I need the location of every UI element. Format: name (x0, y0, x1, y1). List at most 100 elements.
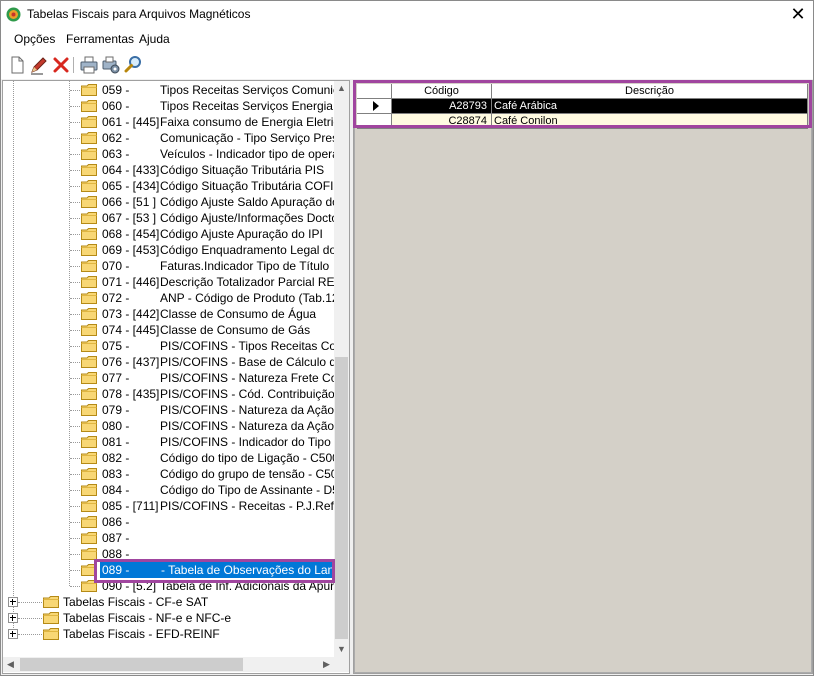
column-header-codigo[interactable]: Código (392, 84, 492, 99)
folder-icon (81, 532, 97, 544)
menu-opcoes[interactable]: Opções (14, 32, 55, 46)
expand-plus-icon[interactable] (8, 629, 18, 639)
new-document-icon[interactable] (7, 55, 27, 75)
tree-root-node[interactable]: Tabelas Fiscais - NF-e e NFC-e (3, 610, 334, 626)
tree-node-code: 074 - [445] (102, 323, 160, 337)
column-header-descricao[interactable]: Descrição (492, 84, 808, 99)
search-magnifier-icon[interactable] (123, 55, 143, 75)
tree-node[interactable]: 082 - Código do tipo de Ligação - C500 (S… (3, 450, 349, 466)
tree-node[interactable]: 087 - (3, 530, 334, 546)
horizontal-scroll-thumb[interactable] (20, 658, 243, 671)
tree-guide-line (70, 458, 80, 459)
tree-node[interactable]: 062 - Comunicação - Tipo Serviço Prestad (3, 130, 349, 146)
tree-node-code: 079 - (102, 403, 130, 417)
tree-node-label: Faixa consumo de Energia Eletrica (160, 115, 347, 129)
tree-node-label: Código Situação Tributária COFINS (160, 179, 350, 193)
expand-plus-icon[interactable] (8, 597, 18, 607)
tree-node-label: Código Ajuste Saldo Apuração do ICM (160, 195, 350, 209)
cell-descricao[interactable]: Café Conilon (492, 114, 808, 129)
tree-guide-line (18, 634, 42, 635)
tree-node-label: Tabela de Inf. Adicionais da Apur. - V (160, 579, 350, 593)
horizontal-scrollbar[interactable]: ◀ ▶ (3, 657, 334, 672)
menu-ajuda[interactable]: Ajuda (139, 32, 170, 46)
cell-codigo[interactable]: C28874 (392, 114, 492, 129)
vertical-scroll-thumb[interactable] (335, 357, 348, 639)
tree-node-code: 078 - [435] (102, 387, 160, 401)
tree-node[interactable]: 079 - PIS/COFINS - Natureza da Ação Jud (3, 402, 349, 418)
print-setup-icon[interactable] (101, 55, 121, 75)
expand-plus-icon[interactable] (8, 613, 18, 623)
print-icon[interactable] (79, 55, 99, 75)
toolbar-separator (73, 57, 74, 73)
tree-guide-line (70, 282, 80, 283)
tree-node[interactable]: 076 - [437] PIS/COFINS - Base de Cálculo … (3, 354, 349, 370)
row-indicator[interactable] (357, 99, 392, 114)
tree-node[interactable]: 066 - [51 ] Código Ajuste Saldo Apuração … (3, 194, 349, 210)
folder-icon (81, 436, 97, 448)
scroll-down-icon[interactable]: ▼ (334, 644, 349, 654)
tree-node[interactable]: 069 - [453] Código Enquadramento Legal do… (3, 242, 349, 258)
tree-node[interactable]: 078 - [435] PIS/COFINS - Cód. Contribuiçã… (3, 386, 349, 402)
tree-panel[interactable]: 059 - Tipos Receitas Serviços Comunicaçõ 0… (2, 80, 350, 674)
tree-node[interactable]: 065 - [434] Código Situação Tributária CO… (3, 178, 349, 194)
scroll-left-icon[interactable]: ◀ (3, 659, 18, 670)
tree-guide-line (18, 618, 42, 619)
tree-root-label: Tabelas Fiscais - EFD-REINF (63, 627, 220, 641)
tree-node-label: PIS/COFINS - Tipos Receitas Comun (160, 339, 350, 353)
scroll-right-icon[interactable]: ▶ (319, 659, 334, 670)
delete-x-icon[interactable] (51, 55, 71, 75)
tree-guide-line (70, 90, 80, 91)
cell-codigo[interactable]: A28793 (392, 99, 492, 114)
tree-node[interactable]: 090 - [5.2] Tabela de Inf. Adicionais da … (3, 578, 349, 594)
tree-node[interactable]: 060 - Tipos Receitas Serviços Energia Elé… (3, 98, 349, 114)
folder-icon (81, 100, 97, 112)
tree-node-code: 083 - (102, 467, 130, 481)
folder-icon (81, 564, 97, 576)
scroll-corner (334, 657, 349, 672)
tree-node[interactable]: 067 - [53 ] Código Ajuste/Informações Doc… (3, 210, 349, 226)
tree-node-label: Classe de Consumo de Água (160, 307, 317, 321)
tree-node[interactable]: 072 - ANP - Código de Produto (Tab.12 SI (3, 290, 349, 306)
tree-node[interactable]: 083 - Código do grupo de tensão - C500 (S (3, 466, 349, 482)
vertical-scrollbar[interactable]: ▲ ▼ (334, 81, 349, 657)
tree-root-label: Tabelas Fiscais - NF-e e NFC-e (63, 611, 232, 625)
tree-node-label: PIS/COFINS - Base de Cálculo do Cre (160, 355, 350, 369)
tree-node[interactable]: 064 - [433] Código Situação Tributária PI… (3, 162, 334, 178)
close-button[interactable]: ✕ (783, 1, 813, 28)
tree-node[interactable]: 063 - Veículos - Indicador tipo de operaç… (3, 146, 349, 162)
tree-node[interactable]: 089 - - Tabela de Observações do Lançamen… (3, 562, 349, 578)
tree-node-code: 075 - (102, 339, 130, 353)
tree-node[interactable]: 071 - [446] Descrição Totalizador Parcial… (3, 274, 349, 290)
tree-guide-line (70, 330, 80, 331)
tree-node[interactable]: 073 - [442] Classe de Consumo de Água (3, 306, 334, 322)
tree-node[interactable]: 086 - (3, 514, 334, 530)
tree-node-label: Código Situação Tributária PIS (160, 163, 325, 177)
tree-node[interactable]: 059 - Tipos Receitas Serviços Comunicaçõ (3, 82, 349, 98)
tree-node[interactable]: 074 - [445] Classe de Consumo de Gás (3, 322, 334, 338)
tree-node[interactable]: 070 - Faturas.Indicador Tipo de Título (3, 258, 334, 274)
tree-node[interactable]: 068 - [454] Código Ajuste Apuração do IPI (3, 226, 334, 242)
edit-pencil-icon[interactable] (29, 55, 49, 75)
folder-icon (81, 516, 97, 528)
window-title: Tabelas Fiscais para Arquivos Magnéticos (27, 7, 251, 21)
tree-node[interactable]: 077 - PIS/COFINS - Natureza Frete Contra (3, 370, 349, 386)
folder-icon (81, 388, 97, 400)
tree-node[interactable]: 085 - [711] PIS/COFINS - Receitas - P.J.R… (3, 498, 349, 514)
tree-node-label: Código Ajuste/Informações Docto.Fis (160, 211, 350, 225)
folder-icon (81, 148, 97, 160)
menu-ferramentas[interactable]: Ferramentas (66, 32, 134, 46)
scroll-up-icon[interactable]: ▲ (334, 83, 349, 93)
tree-node-code: 084 - (102, 483, 130, 497)
tree-node[interactable]: 061 - [445] Faixa consumo de Energia Elet… (3, 114, 346, 130)
tree-node[interactable]: 081 - PIS/COFINS - Indicador do Tipo de C (3, 434, 349, 450)
tree-root-node[interactable]: Tabelas Fiscais - CF-e SAT (3, 594, 334, 610)
tree-root-node[interactable]: Tabelas Fiscais - EFD-REINF (3, 626, 334, 642)
tree-node[interactable]: 075 - PIS/COFINS - Tipos Receitas Comun (3, 338, 349, 354)
tree-guide-line (70, 314, 80, 315)
tree-node[interactable]: 080 - PIS/COFINS - Natureza da Ação Pro (3, 418, 349, 434)
tree-node[interactable]: 088 - (3, 546, 334, 562)
menu-bar: Opções Ferramentas Ajuda (1, 28, 813, 50)
row-indicator[interactable] (357, 114, 392, 129)
cell-descricao[interactable]: Café Arábica (492, 99, 808, 114)
tree-node[interactable]: 084 - Código do Tipo de Assinante - D500 (3, 482, 349, 498)
